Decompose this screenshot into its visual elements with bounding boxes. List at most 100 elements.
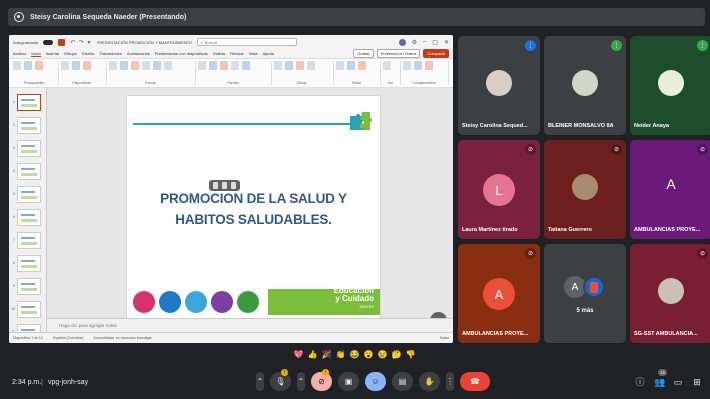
slide-thumbnail[interactable]: 9 xyxy=(9,276,46,296)
toolbar-tool-icon[interactable] xyxy=(213,182,218,189)
ppt-menu-item[interactable]: Dibujar xyxy=(64,51,77,56)
slide-thumbnail[interactable]: 5 xyxy=(9,184,46,204)
ribbon-tool-icon[interactable] xyxy=(198,61,207,70)
notes-toggle[interactable]: Notas xyxy=(440,336,449,340)
ppt-menu-item[interactable]: Revisar xyxy=(230,51,244,56)
leave-call-button[interactable]: ☎ xyxy=(460,372,490,391)
ribbon-tool-icon[interactable] xyxy=(108,61,117,70)
reaction-emoji[interactable]: 💖 xyxy=(293,349,304,360)
language-status[interactable]: Español (Colombia) xyxy=(53,336,84,340)
activities-icon[interactable]: ⊞ xyxy=(692,377,702,387)
participant-tile[interactable]: L ⊘ Laura Martínez tirado xyxy=(458,140,540,239)
ribbon-tool-icon[interactable] xyxy=(130,61,139,70)
ribbon-tool-icon[interactable] xyxy=(163,61,172,70)
slide-thumbnail[interactable]: 10 xyxy=(9,299,46,319)
ribbon-tool-icon[interactable] xyxy=(242,61,251,70)
participant-tile[interactable]: ⋮ BLEINER MONSALVO 8A xyxy=(544,36,626,135)
toolbar-tool-icon[interactable] xyxy=(222,182,227,189)
participant-tile[interactable]: A ⊘ AMBULANCIAS PROYE... xyxy=(458,244,540,343)
ribbon-tool-icon[interactable] xyxy=(60,61,69,70)
slide-thumbnail[interactable]: 6 xyxy=(9,207,46,227)
ppt-menu-item[interactable]: Presentación con diapositivas xyxy=(155,51,208,56)
ppt-menu-item[interactable]: Insertar xyxy=(46,51,60,56)
info-icon[interactable]: ⓘ xyxy=(635,377,645,387)
chat-icon[interactable]: ▭ xyxy=(673,377,683,387)
captions-button[interactable]: ▤ xyxy=(392,372,413,391)
slide-thumbnail[interactable]: 2 xyxy=(9,115,46,135)
emoji-button[interactable]: ☺ xyxy=(365,372,386,391)
slide-thumbnail[interactable]: 4 xyxy=(9,161,46,181)
participant-tile[interactable]: ⊘ Tatiana Guerrero xyxy=(544,140,626,239)
participant-tile[interactable]: ⊘ SG-SST AMBULANCIA... xyxy=(630,244,710,343)
slide-thumbnail[interactable]: 1 xyxy=(9,92,46,112)
reaction-emoji[interactable]: 😢 xyxy=(377,349,388,360)
ribbon-tool-icon[interactable] xyxy=(220,61,229,70)
ppt-menu-item[interactable]: Animaciones xyxy=(127,51,150,56)
close-icon[interactable]: ✕ xyxy=(444,39,449,46)
ppt-menu-item[interactable]: Inicio xyxy=(31,51,41,57)
ribbon-tool-icon[interactable] xyxy=(82,61,91,70)
present-teams-button[interactable]: Presentar en Teams xyxy=(376,49,421,58)
ribbon-tool-icon[interactable] xyxy=(425,61,434,70)
autosave-toggle[interactable] xyxy=(43,39,54,45)
reaction-emoji[interactable]: 🤔 xyxy=(391,349,402,360)
ribbon-tool-icon[interactable] xyxy=(152,61,161,70)
reaction-emoji[interactable]: 👎 xyxy=(405,349,416,360)
slide-floating-toolbar[interactable] xyxy=(209,180,240,191)
microphone-button[interactable]: 🎙 ! xyxy=(270,369,291,391)
current-slide[interactable]: PROMOCION DE LA SALUD Y HABITOS SALUDABL… xyxy=(127,96,380,321)
ribbon-tool-icon[interactable] xyxy=(357,61,366,70)
ribbon-tool-icon[interactable] xyxy=(335,61,344,70)
ppt-menu-item[interactable]: Diseño xyxy=(82,51,94,56)
video-options-button[interactable]: ⌃ xyxy=(297,372,305,391)
toolbar-more-icon[interactable] xyxy=(231,182,236,189)
reaction-emoji[interactable]: 😂 xyxy=(349,349,360,360)
ribbon-tool-icon[interactable] xyxy=(403,61,412,70)
notes-pane[interactable]: Haga clic para agregar notas xyxy=(47,318,453,332)
minimize-icon[interactable]: – xyxy=(423,39,426,46)
maximize-icon[interactable]: ▢ xyxy=(432,39,438,46)
quick-access-icons[interactable]: ↶ ↷ ▾ xyxy=(70,39,91,46)
ppt-menu-item[interactable]: Vista xyxy=(249,51,258,56)
settings-icon[interactable]: ⚙ xyxy=(412,39,417,46)
ribbon-tool-icon[interactable] xyxy=(141,61,150,70)
participant-tile[interactable]: ⋮ Steisy Carolina Sequed... xyxy=(458,36,540,135)
ribbon-tool-icon[interactable] xyxy=(71,61,80,70)
ribbon-tool-icon[interactable] xyxy=(414,61,423,70)
ribbon-tool-icon[interactable] xyxy=(35,61,43,70)
ribbon-tool-icon[interactable] xyxy=(119,61,128,70)
people-icon[interactable]: 👥 16 xyxy=(654,369,667,387)
share-button[interactable]: Compartir xyxy=(423,49,449,58)
ribbon-tool-icon[interactable] xyxy=(284,61,293,70)
ppt-menu-item[interactable]: Grabar xyxy=(213,51,225,56)
ribbon-tool-icon[interactable] xyxy=(209,61,218,70)
search-input[interactable]: ⌕ Buscar xyxy=(196,38,297,46)
ribbon-tool-icon[interactable] xyxy=(13,61,21,70)
ribbon-tool-icon[interactable] xyxy=(273,61,282,70)
reaction-emoji[interactable]: 👍 xyxy=(307,349,318,360)
camera-button[interactable]: ⊘ ! xyxy=(311,369,332,391)
participant-tile[interactable]: A 5 más xyxy=(544,244,626,343)
slide-thumbnail[interactable]: 7 xyxy=(9,230,46,250)
reaction-emoji[interactable]: 👏 xyxy=(335,349,346,360)
ribbon-tool-icon[interactable] xyxy=(306,61,315,70)
raise-hand-button[interactable]: ✋ xyxy=(419,372,440,391)
participant-tile[interactable]: ⋮ Neider Anaya xyxy=(630,36,710,135)
present-screen-button[interactable]: ▣ xyxy=(338,372,359,391)
accessibility-status[interactable]: Accesibilidad: es necesario investigar xyxy=(94,336,152,340)
ribbon-tool-icon[interactable] xyxy=(346,61,355,70)
slide-thumbnail[interactable]: 3 xyxy=(9,138,46,158)
ribbon-tool-icon[interactable] xyxy=(295,61,304,70)
ribbon-tool-icon[interactable] xyxy=(231,61,240,70)
more-options-button[interactable]: ⋮ xyxy=(446,372,454,391)
slide-thumbnail[interactable]: 8 xyxy=(9,253,46,273)
account-avatar[interactable] xyxy=(398,38,406,46)
ppt-menu-item[interactable]: Ayuda xyxy=(263,51,274,56)
participant-tile[interactable]: A ⊘ AMBULANCIAS PROYE... xyxy=(630,140,710,239)
audio-options-button[interactable]: ⌃ xyxy=(256,372,264,391)
ppt-menu-item[interactable]: Transiciones xyxy=(99,51,122,56)
reaction-emoji[interactable]: 😮 xyxy=(363,349,374,360)
record-button[interactable]: Grabar xyxy=(353,49,374,58)
ribbon-tool-icon[interactable] xyxy=(24,61,32,70)
reaction-emoji[interactable]: 🎉 xyxy=(321,349,332,360)
